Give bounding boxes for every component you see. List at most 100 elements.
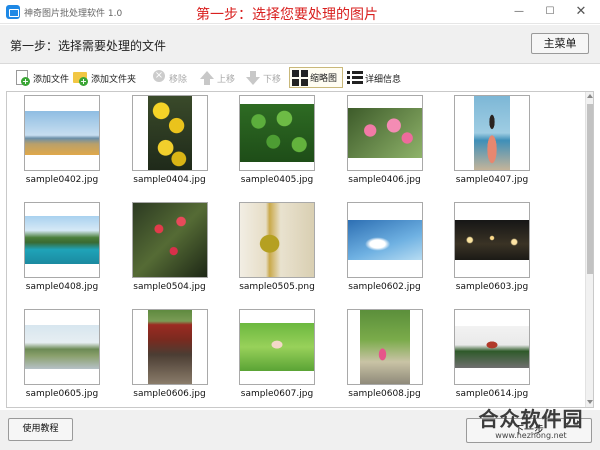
thumbnail-frame[interactable]	[346, 202, 423, 278]
thumbnail-frame[interactable]	[346, 309, 423, 385]
thumbnail-filename: sample0505.png	[239, 282, 315, 292]
thumbnail-image	[455, 220, 529, 260]
thumbnail-frame[interactable]	[24, 95, 100, 171]
title-bar: 神奇图片批处理软件 1.0 第一步：选择您要处理的图片 — ☐ ✕	[0, 0, 600, 24]
scroll-thumb[interactable]	[587, 104, 593, 274]
thumbnail-frame[interactable]	[239, 202, 315, 278]
thumbnail-frame[interactable]	[454, 309, 530, 385]
thumbnail-frame[interactable]	[454, 202, 530, 278]
move-down-button[interactable]: 下移	[245, 68, 281, 88]
remove-label: 移除	[169, 74, 188, 85]
thumbnail-panel: sample0402.jpg sample0404.jpg sample0405.j…	[6, 91, 594, 408]
thumbnail-item[interactable]: sample0614.jpg	[447, 309, 537, 399]
thumbnail-filename: sample0407.jpg	[455, 175, 529, 185]
thumbnail-filename: sample0603.jpg	[455, 282, 529, 292]
thumbnail-image	[474, 96, 510, 170]
thumbnail-item[interactable]: sample0605.jpg	[17, 309, 107, 399]
watermark-url: www.hezhong.net	[495, 431, 567, 440]
thumbnail-frame[interactable]	[239, 309, 315, 385]
detail-view-button[interactable]: 详细信息	[347, 68, 401, 88]
thumbnail-frame[interactable]	[24, 202, 100, 278]
tutorial-button[interactable]: 使用教程	[8, 418, 73, 441]
thumbnail-frame[interactable]	[131, 309, 208, 385]
thumbnail-image	[240, 203, 314, 277]
toolbar: + 添加文件 + 添加文件夹 移除 上移 下移 缩略图 详细信息	[6, 66, 594, 90]
thumbnail-image	[147, 96, 192, 170]
thumbnail-filename: sample0605.jpg	[25, 389, 99, 399]
thumbnail-item[interactable]: sample0402.jpg	[17, 95, 107, 185]
move-up-button[interactable]: 上移	[199, 68, 235, 88]
thumbnail-image	[347, 108, 422, 158]
add-file-icon: +	[15, 70, 31, 86]
watermark-logo: 合众软件园	[478, 407, 584, 431]
thumbnail-image	[25, 111, 99, 155]
list-icon	[347, 70, 363, 86]
app-title: 神奇图片批处理软件 1.0	[24, 9, 123, 19]
thumbnail-item[interactable]: sample0405.jpg	[232, 95, 322, 185]
thumbnail-filename: sample0607.jpg	[240, 389, 314, 399]
thumbnail-image	[132, 203, 207, 277]
thumbnail-filename: sample0408.jpg	[25, 282, 99, 292]
thumbnail-filename: sample0504.jpg	[133, 282, 206, 292]
thumbnail-filename: sample0405.jpg	[240, 175, 314, 185]
thumbnail-filename: sample0402.jpg	[25, 175, 99, 185]
step-banner: 第一步：选择您要处理的图片	[196, 7, 378, 23]
maximize-button[interactable]: ☐	[541, 3, 559, 21]
thumbnail-filename: sample0404.jpg	[133, 175, 206, 185]
thumbnail-image	[240, 323, 314, 371]
thumbnail-item[interactable]: sample0606.jpg	[125, 309, 215, 399]
thumbnail-image	[25, 325, 99, 369]
thumbnail-image	[240, 104, 314, 162]
thumbnail-item[interactable]: sample0404.jpg	[125, 95, 215, 185]
add-folder-button[interactable]: + 添加文件夹	[73, 68, 136, 88]
thumbnail-image	[25, 216, 99, 264]
thumbnail-image	[147, 310, 192, 384]
thumbnail-filename: sample0608.jpg	[348, 389, 421, 399]
add-folder-label: 添加文件夹	[91, 74, 137, 85]
thumbnail-frame[interactable]	[131, 95, 208, 171]
thumbnail-item[interactable]: sample0602.jpg	[340, 202, 430, 292]
grid-icon	[292, 69, 308, 86]
remove-button[interactable]: 移除	[151, 68, 187, 88]
app-icon	[6, 5, 20, 19]
thumbnail-frame[interactable]	[24, 309, 100, 385]
thumbnail-frame[interactable]	[131, 202, 208, 278]
thumbnail-image	[359, 310, 410, 384]
detail-view-label: 详细信息	[365, 74, 402, 85]
thumbnail-item[interactable]: sample0505.png	[232, 202, 322, 292]
thumbnail-item[interactable]: sample0607.jpg	[232, 309, 322, 399]
thumbnail-view-button[interactable]: 缩略图	[289, 67, 343, 88]
thumbnail-image	[455, 326, 529, 368]
thumbnail-filename: sample0614.jpg	[455, 389, 529, 399]
thumbnail-item[interactable]: sample0408.jpg	[17, 202, 107, 292]
step-header: 第一步：选择需要处理的文件 主菜单	[0, 25, 600, 64]
thumbnail-image	[347, 220, 422, 260]
thumbnail-item[interactable]: sample0608.jpg	[340, 309, 430, 399]
scroll-up-arrow-icon[interactable]	[587, 94, 593, 98]
remove-icon	[151, 70, 167, 86]
site-watermark: 合众软件园 www.hezhong.net	[466, 403, 596, 447]
thumbnail-item[interactable]: sample0406.jpg	[340, 95, 430, 185]
thumbnail-filename: sample0602.jpg	[348, 282, 421, 292]
thumbnail-frame[interactable]	[346, 95, 423, 171]
thumbnail-item[interactable]: sample0603.jpg	[447, 202, 537, 292]
arrow-up-icon	[199, 70, 215, 86]
thumbnail-view-label: 缩略图	[310, 74, 338, 84]
thumbnail-item[interactable]: sample0504.jpg	[125, 202, 215, 292]
add-file-button[interactable]: + 添加文件	[15, 68, 69, 88]
add-folder-icon: +	[73, 70, 89, 86]
add-file-label: 添加文件	[33, 74, 70, 85]
vertical-scrollbar[interactable]	[585, 92, 593, 407]
thumbnail-filename: sample0606.jpg	[133, 389, 206, 399]
thumbnail-frame[interactable]	[239, 95, 315, 171]
page-title: 第一步：选择需要处理的文件	[10, 39, 167, 53]
close-button[interactable]: ✕	[572, 3, 590, 21]
move-down-label: 下移	[263, 74, 282, 85]
main-menu-button[interactable]: 主菜单	[531, 33, 589, 54]
thumbnail-frame[interactable]	[454, 95, 530, 171]
minimize-button[interactable]: —	[510, 3, 528, 21]
thumbnail-item[interactable]: sample0407.jpg	[447, 95, 537, 185]
move-up-label: 上移	[217, 74, 236, 85]
arrow-down-icon	[245, 70, 261, 86]
thumbnail-filename: sample0406.jpg	[348, 175, 421, 185]
